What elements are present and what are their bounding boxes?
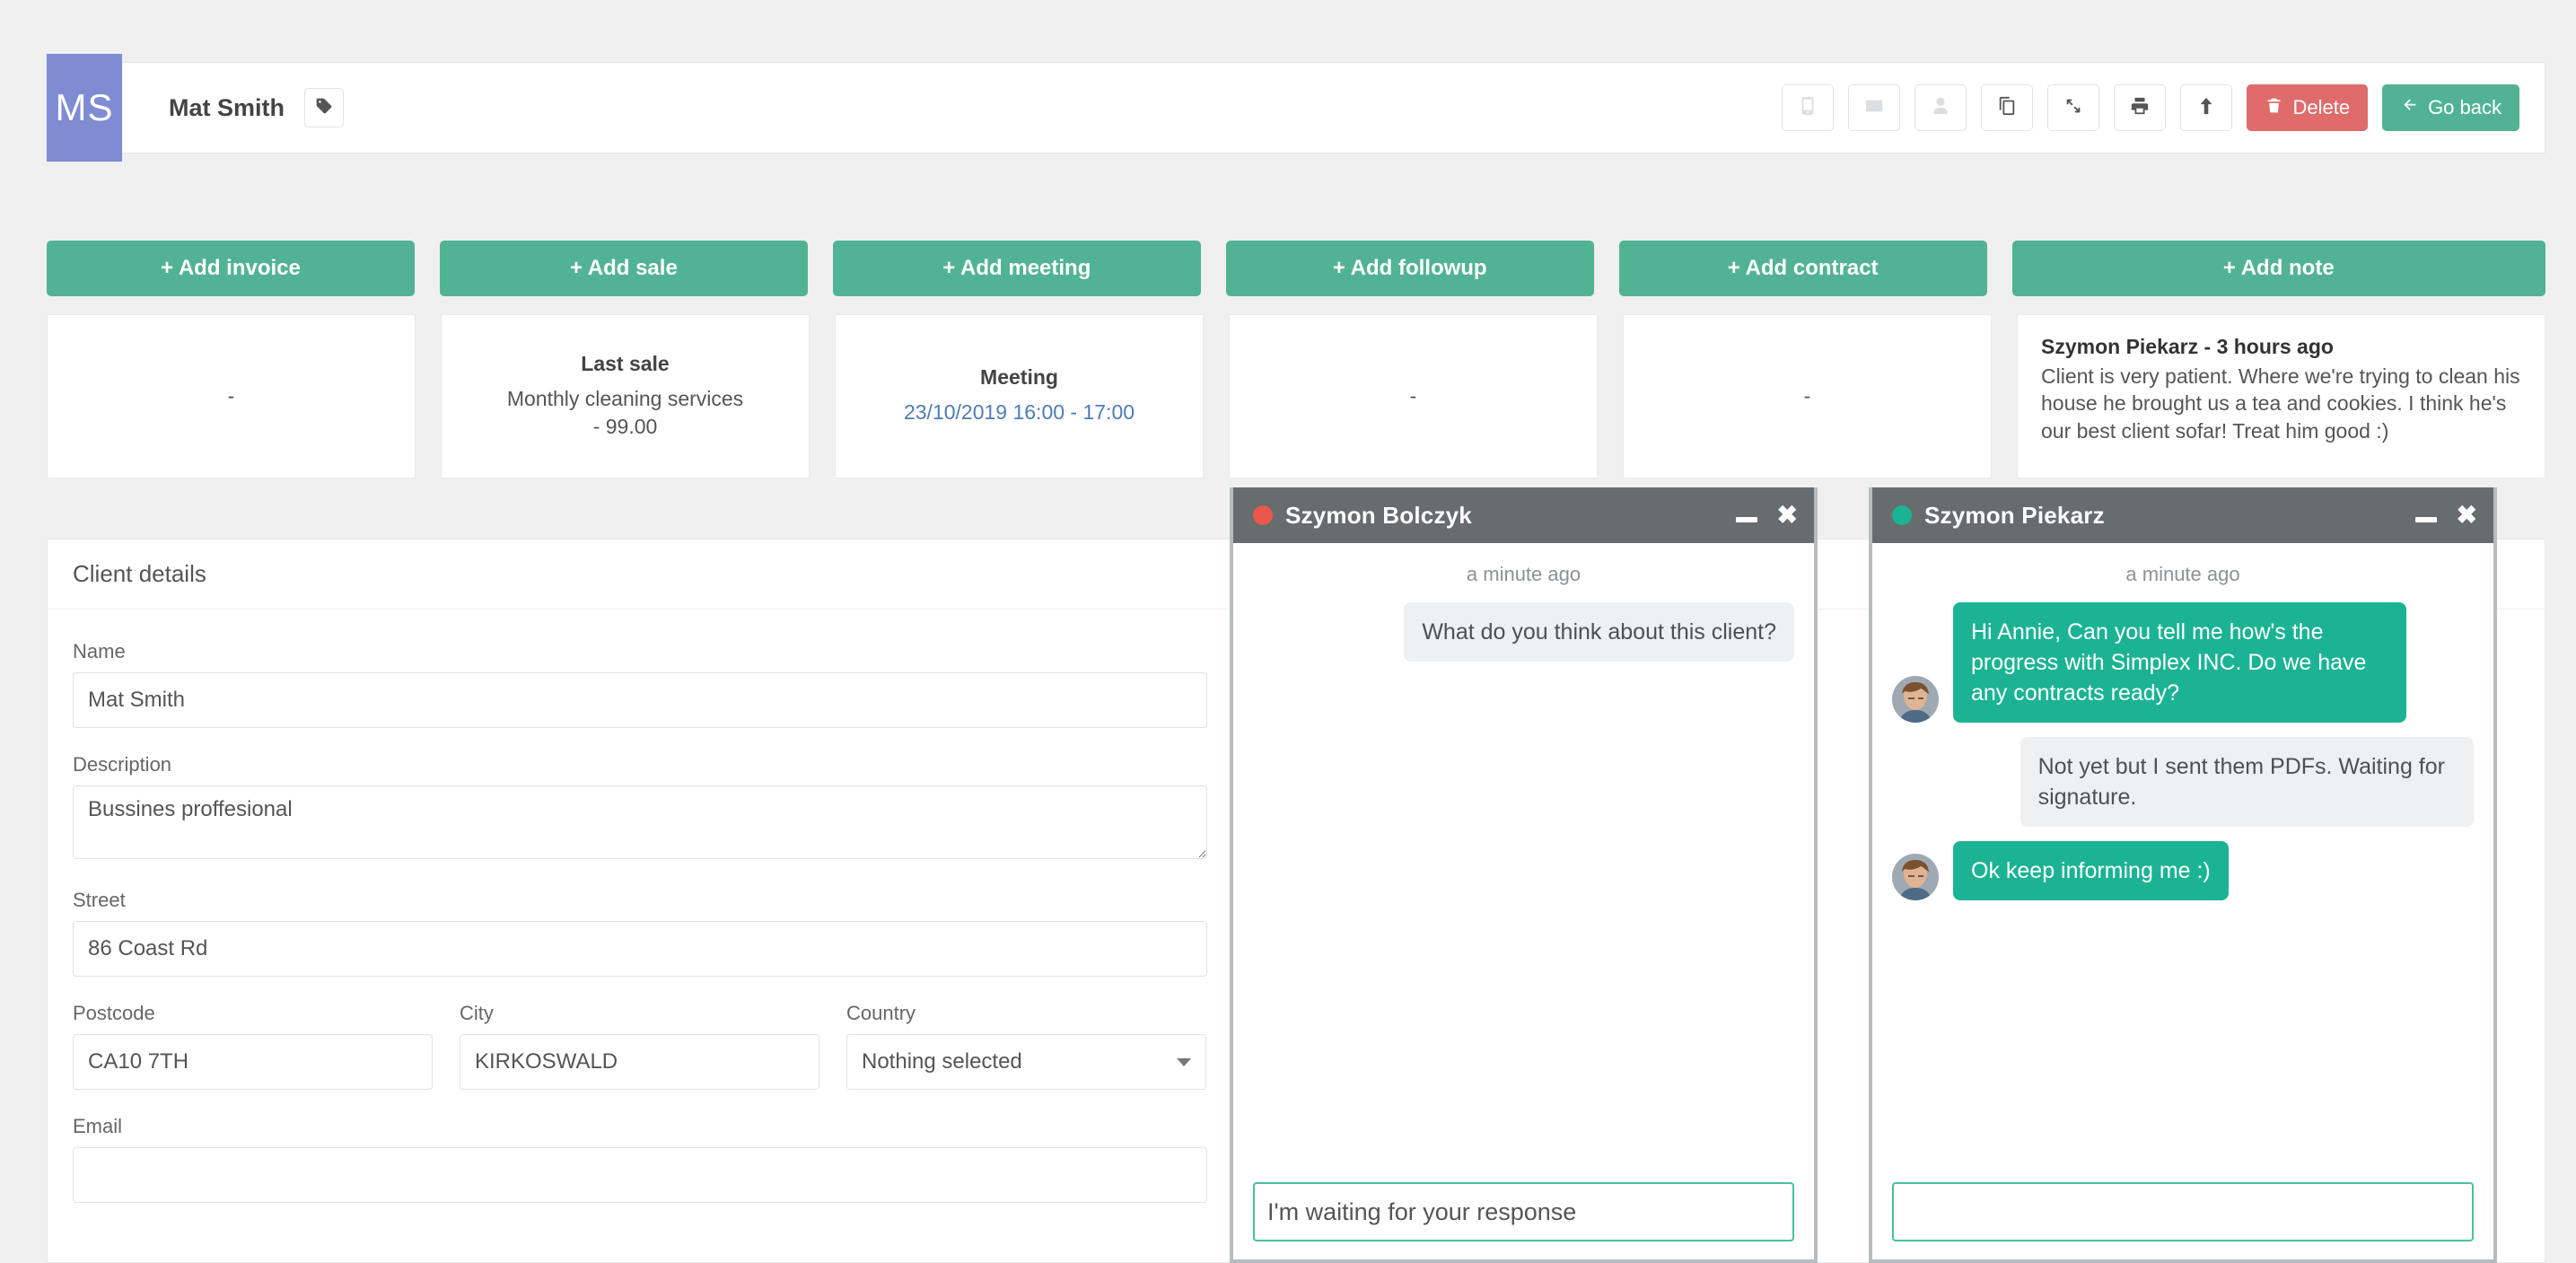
- chat-input[interactable]: [1892, 1182, 2474, 1241]
- chat-window-bolczyk: Szymon Bolczyk ✖ a minute ago What do yo…: [1230, 487, 1818, 1263]
- city-input[interactable]: [460, 1034, 819, 1090]
- add-invoice-button[interactable]: + Add invoice: [47, 241, 415, 296]
- invoice-card: -: [47, 314, 416, 478]
- app-root: MS Mat Smith Delete Go back + Add invoic…: [0, 0, 2576, 1263]
- invoice-value: -: [227, 383, 235, 408]
- chat-bubble: Not yet but I sent them PDFs. Waiting fo…: [2020, 737, 2474, 827]
- mobile-icon: [1798, 96, 1818, 120]
- chat-window-controls: ✖: [1735, 503, 1798, 528]
- copy-files-icon: [1997, 96, 2017, 120]
- followup-card: -: [1229, 314, 1598, 478]
- chat-message: Hi Annie, Can you tell me how's the prog…: [1892, 602, 2474, 723]
- compress-icon: [2063, 96, 2083, 120]
- upload-button[interactable]: [2180, 84, 2233, 131]
- street-input[interactable]: [73, 921, 1207, 977]
- followup-value: -: [1409, 383, 1417, 408]
- city-label: City: [460, 1002, 494, 1024]
- contract-value: -: [1803, 383, 1811, 408]
- client-header: MS Mat Smith Delete Go back: [47, 54, 2545, 162]
- duplicate-button[interactable]: [1981, 84, 2034, 131]
- avatar-initials: MS: [55, 86, 114, 128]
- contract-card: -: [1623, 314, 1992, 478]
- chat-bubble: Hi Annie, Can you tell me how's the prog…: [1953, 602, 2407, 723]
- trash-icon: [2265, 96, 2283, 120]
- chat-header[interactable]: Szymon Bolczyk ✖: [1233, 487, 1814, 543]
- chat-bubble: Ok keep informing me :): [1953, 841, 2229, 900]
- chat-bubble: What do you think about this client?: [1404, 602, 1794, 662]
- avatar: MS: [47, 54, 122, 162]
- email-button[interactable]: [1848, 84, 1901, 131]
- upload-arrow-icon: [2196, 96, 2216, 120]
- summary-cards: - Last sale Monthly cleaning services - …: [47, 314, 2546, 478]
- sale-description: Monthly cleaning services: [506, 386, 744, 410]
- arrow-left-icon: [2400, 96, 2419, 120]
- chat-header[interactable]: Szymon Piekarz ✖: [1872, 487, 2493, 543]
- name-input[interactable]: [73, 672, 1207, 728]
- chat-window-controls: ✖: [2414, 503, 2477, 528]
- quick-add-toolbar: + Add invoice + Add sale + Add meeting +…: [47, 241, 2545, 296]
- status-badge: [1253, 505, 1273, 525]
- description-textarea[interactable]: Bussines proffesional: [73, 785, 1207, 859]
- mobile-button[interactable]: [1782, 84, 1835, 131]
- sale-amount: - 99.00: [592, 415, 658, 438]
- note-body: Client is very patient. Where we're tryi…: [2041, 364, 2520, 443]
- chat-composer: [1872, 1166, 2493, 1259]
- header-bar: Mat Smith Delete Go back: [122, 62, 2545, 153]
- chat-input[interactable]: [1253, 1182, 1794, 1241]
- chat-timestamp: a minute ago: [2125, 563, 2240, 585]
- delete-label: Delete: [2292, 96, 2351, 118]
- country-select[interactable]: Nothing selected: [846, 1034, 1206, 1090]
- email-input[interactable]: [73, 1147, 1207, 1203]
- go-back-button[interactable]: Go back: [2382, 84, 2519, 131]
- chat-window-piekarz: Szymon Piekarz ✖ a minute ago Hi Annie, …: [1869, 487, 2497, 1263]
- postcode-label: Postcode: [73, 1002, 155, 1024]
- chat-timestamp: a minute ago: [1466, 563, 1582, 585]
- country-selected-value: Nothing selected: [862, 1049, 1022, 1074]
- print-button[interactable]: [2114, 84, 2167, 131]
- add-sale-button[interactable]: + Add sale: [439, 241, 808, 296]
- chat-message: Not yet but I sent them PDFs. Waiting fo…: [1892, 737, 2474, 827]
- delete-button[interactable]: Delete: [2247, 84, 2369, 131]
- chat-title: Szymon Bolczyk: [1285, 501, 1472, 529]
- chat-composer: [1233, 1166, 1814, 1259]
- chat-message: What do you think about this client?: [1253, 602, 1794, 662]
- meeting-title: Meeting: [980, 365, 1058, 390]
- header-actions: Delete Go back: [1782, 84, 2545, 131]
- chat-message-list: a minute ago Hi Annie, Can you tell me h…: [1872, 543, 2493, 1166]
- tag-button[interactable]: [304, 88, 345, 127]
- go-back-label: Go back: [2428, 96, 2502, 118]
- add-meeting-button[interactable]: + Add meeting: [832, 241, 1201, 296]
- sale-title: Last sale: [581, 351, 670, 375]
- compress-button[interactable]: [2047, 84, 2100, 131]
- meeting-card: Meeting 23/10/2019 16:00 - 17:00: [835, 314, 1204, 478]
- add-followup-button[interactable]: + Add followup: [1225, 241, 1594, 296]
- close-icon[interactable]: ✖: [1777, 503, 1798, 528]
- chat-message: Ok keep informing me :): [1892, 841, 2474, 900]
- close-icon[interactable]: ✖: [2457, 503, 2477, 528]
- chat-title: Szymon Piekarz: [1924, 501, 2105, 529]
- sale-card: Last sale Monthly cleaning services - 99…: [441, 314, 810, 478]
- add-note-button[interactable]: + Add note: [2011, 241, 2545, 296]
- meeting-time[interactable]: 23/10/2019 16:00 - 17:00: [904, 399, 1135, 426]
- print-icon: [2130, 96, 2150, 120]
- avatar: [1892, 854, 1939, 900]
- user-icon: [1931, 96, 1950, 120]
- page-title: Mat Smith: [169, 93, 285, 121]
- chevron-down-icon: [1177, 1057, 1191, 1066]
- add-contract-button[interactable]: + Add contract: [1618, 241, 1987, 296]
- envelope-icon: [1864, 96, 1884, 120]
- minimize-icon[interactable]: [2414, 517, 2437, 522]
- minimize-icon[interactable]: [1735, 517, 1757, 522]
- note-author: Szymon Piekarz - 3 hours ago: [2041, 335, 2334, 358]
- status-badge: [1892, 505, 1912, 525]
- user-button[interactable]: [1914, 84, 1967, 131]
- avatar: [1892, 676, 1939, 723]
- country-label: Country: [846, 1002, 916, 1024]
- note-card: Szymon Piekarz - 3 hours ago Client is v…: [2017, 314, 2546, 478]
- postcode-input[interactable]: [73, 1034, 433, 1090]
- tag-icon: [315, 97, 333, 119]
- chat-message-list: a minute ago What do you think about thi…: [1233, 543, 1814, 1166]
